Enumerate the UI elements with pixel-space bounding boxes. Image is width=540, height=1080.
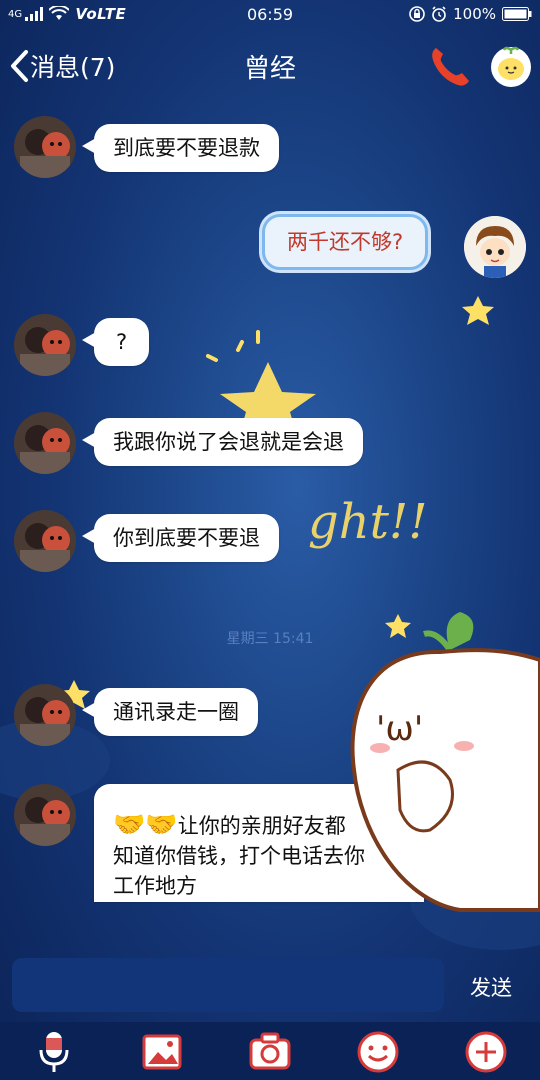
message-bubble-outgoing[interactable]: 两千还不够?: [262, 214, 429, 270]
microphone-icon[interactable]: [32, 1030, 76, 1074]
message-text: ?: [116, 330, 128, 354]
message-bubble-incoming[interactable]: ?: [81, 318, 150, 366]
avatar[interactable]: [14, 684, 76, 746]
status-left: 4G VoLTE: [8, 5, 126, 23]
message-bubble-incoming[interactable]: 通讯录走一圈: [82, 688, 258, 736]
plus-icon[interactable]: [464, 1030, 508, 1074]
phone-call-icon[interactable]: [426, 42, 474, 90]
signal-icon: 4G: [8, 7, 44, 21]
avatar[interactable]: [14, 510, 76, 572]
lock-rotation-icon: [409, 6, 425, 22]
contact-photo-icon: [14, 510, 76, 572]
alarm-icon: [432, 6, 446, 22]
contact-avatar-icon[interactable]: [488, 42, 534, 88]
message-bubble-incoming[interactable]: 我跟你说了会退就是会退: [82, 418, 363, 466]
avatar[interactable]: [14, 784, 76, 846]
chat-header: 消息(7) 曾经: [0, 28, 540, 106]
emoji-icon[interactable]: [356, 1030, 400, 1074]
battery-icon: [502, 7, 532, 21]
message-bubble-incoming[interactable]: 你到底要不要退: [82, 514, 279, 562]
wifi-icon: [49, 6, 70, 20]
status-right: 100%: [409, 5, 532, 23]
camera-icon[interactable]: [248, 1030, 292, 1074]
input-toolbar: [0, 1022, 540, 1080]
status-bar: 4G VoLTE 06:59 100%: [0, 0, 540, 28]
mascot-sticker: 'ω': [350, 612, 540, 912]
message-text: 两千还不够?: [287, 230, 404, 254]
message-text: 通讯录走一圈: [113, 700, 239, 724]
message-bubble-incoming[interactable]: 到底要不要退款: [82, 124, 279, 172]
contact-photo-icon: [14, 116, 76, 178]
svg-text:ght!!: ght!!: [308, 494, 428, 550]
message-text: 到底要不要退款: [113, 136, 260, 160]
chevron-left-icon: [11, 50, 28, 82]
my-avatar[interactable]: [464, 216, 526, 278]
message-text: 我跟你说了会退就是会退: [113, 430, 344, 454]
contact-photo-icon: [14, 314, 76, 376]
back-button[interactable]: 消息(7): [8, 46, 115, 86]
handshake-icon: 🤝🤝: [113, 810, 178, 840]
contact-photo-icon: [14, 412, 76, 474]
cartoon-avatar-icon: [464, 216, 526, 278]
svg-text:'ω': 'ω': [376, 709, 423, 749]
avatar[interactable]: [14, 116, 76, 178]
avatar[interactable]: [14, 314, 76, 376]
back-label: 消息(7): [30, 53, 116, 82]
contact-photo-icon: [14, 784, 76, 846]
message-input[interactable]: [12, 958, 444, 1012]
battery-percent: 100%: [453, 5, 496, 23]
send-button[interactable]: 发送: [456, 970, 526, 1006]
contact-photo-icon: [14, 684, 76, 746]
message-text: 你到底要不要退: [113, 526, 260, 550]
message-text-part: 让你的亲朋好友都: [177, 814, 346, 838]
volte-label: VoLTE: [75, 5, 127, 23]
image-icon[interactable]: [140, 1030, 184, 1074]
avatar[interactable]: [14, 412, 76, 474]
